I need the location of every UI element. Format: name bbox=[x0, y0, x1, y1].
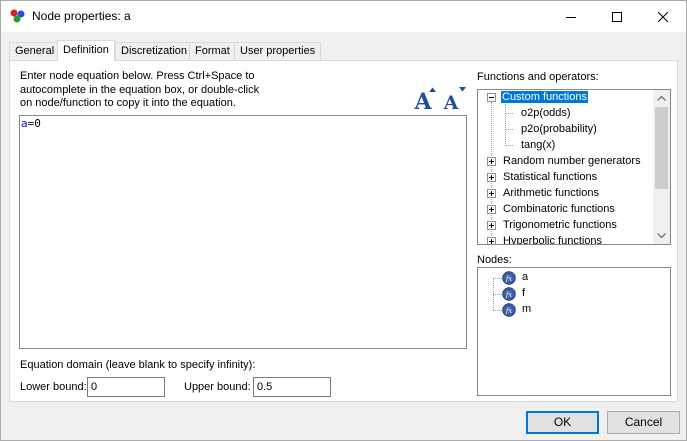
node-function-icon: fx bbox=[502, 271, 516, 285]
close-button[interactable] bbox=[640, 1, 686, 32]
functions-label: Functions and operators: bbox=[477, 71, 599, 83]
lower-bound-label: Lower bound: bbox=[20, 381, 87, 393]
domain-label: Equation domain (leave blank to specify … bbox=[20, 359, 256, 371]
maximize-icon bbox=[612, 11, 622, 22]
increase-font-icon[interactable]: A bbox=[410, 85, 436, 111]
svg-text:fx: fx bbox=[505, 291, 513, 299]
collapse-icon[interactable] bbox=[487, 93, 496, 102]
node-item-m[interactable]: m bbox=[522, 303, 531, 315]
svg-text:A: A bbox=[413, 89, 432, 111]
svg-text:fx: fx bbox=[505, 275, 513, 283]
tree-item-custom-functions[interactable]: Custom functions bbox=[501, 90, 588, 105]
svg-text:fx: fx bbox=[505, 307, 513, 315]
nodes-label: Nodes: bbox=[477, 254, 512, 266]
tab-definition[interactable]: Definition bbox=[57, 40, 115, 61]
tree-item-statistical[interactable]: Statistical functions bbox=[503, 170, 597, 185]
tree-item-o2p[interactable]: o2p(odds) bbox=[521, 106, 571, 121]
lower-bound-input[interactable] bbox=[87, 377, 165, 397]
expand-icon[interactable] bbox=[487, 221, 496, 230]
definition-panel: Enter node equation below. Press Ctrl+Sp… bbox=[9, 60, 678, 402]
maximize-button[interactable] bbox=[594, 1, 640, 32]
expand-icon[interactable] bbox=[487, 157, 496, 166]
tree-scrollbar[interactable] bbox=[653, 90, 670, 244]
functions-tree[interactable]: Custom functions o2p(odds) p2o(probabili… bbox=[477, 89, 671, 245]
upper-bound-label: Upper bound: bbox=[184, 381, 251, 393]
tree-item-tang[interactable]: tang(x) bbox=[521, 138, 555, 153]
tab-user-properties[interactable]: User properties bbox=[234, 42, 322, 60]
tab-format[interactable]: Format bbox=[189, 42, 236, 60]
tree-item-p2o[interactable]: p2o(probability) bbox=[521, 122, 597, 137]
scroll-thumb[interactable] bbox=[655, 107, 668, 189]
tab-discretization[interactable]: Discretization bbox=[115, 42, 194, 60]
decrease-font-icon[interactable]: A bbox=[440, 85, 466, 111]
chevron-down-icon bbox=[657, 233, 666, 238]
minimize-icon bbox=[566, 16, 576, 18]
tree-item-random-generators[interactable]: Random number generators bbox=[503, 154, 641, 169]
app-icon bbox=[10, 9, 25, 23]
equation-variable: a bbox=[21, 117, 28, 130]
dialog-window: Node properties: a General Definition Di… bbox=[0, 0, 687, 441]
expand-icon[interactable] bbox=[487, 205, 496, 214]
close-icon bbox=[658, 11, 668, 22]
node-item-a[interactable]: a bbox=[522, 271, 528, 283]
expand-icon[interactable] bbox=[487, 173, 496, 182]
nodes-list[interactable]: fx a fx f fx m bbox=[477, 267, 671, 396]
cancel-button[interactable]: Cancel bbox=[607, 411, 680, 434]
node-function-icon: fx bbox=[502, 287, 516, 301]
title-bar: Node properties: a bbox=[1, 1, 686, 32]
scroll-up-arrow[interactable] bbox=[653, 90, 670, 107]
instructions-text: Enter node equation below. Press Ctrl+Sp… bbox=[20, 70, 260, 109]
minimize-button[interactable] bbox=[548, 1, 594, 32]
ok-button[interactable]: OK bbox=[526, 411, 599, 434]
tree-item-arithmetic[interactable]: Arithmetic functions bbox=[503, 186, 599, 201]
scroll-down-arrow[interactable] bbox=[653, 227, 670, 244]
equation-rest: =0 bbox=[27, 117, 41, 130]
svg-text:A: A bbox=[443, 92, 459, 111]
equation-editor[interactable]: a=0 bbox=[19, 115, 467, 349]
tree-item-hyperbolic[interactable]: Hyperbolic functions bbox=[503, 234, 602, 244]
upper-bound-input[interactable] bbox=[253, 377, 331, 397]
window-title: Node properties: a bbox=[32, 9, 131, 23]
expand-icon[interactable] bbox=[487, 189, 496, 198]
tree-item-combinatoric[interactable]: Combinatoric functions bbox=[503, 202, 615, 217]
tree-item-trigonometric[interactable]: Trigonometric functions bbox=[503, 218, 617, 233]
node-item-f[interactable]: f bbox=[522, 287, 525, 299]
chevron-up-icon bbox=[657, 96, 666, 101]
tab-general[interactable]: General bbox=[9, 42, 61, 60]
expand-icon[interactable] bbox=[487, 237, 496, 244]
node-function-icon: fx bbox=[502, 303, 516, 317]
